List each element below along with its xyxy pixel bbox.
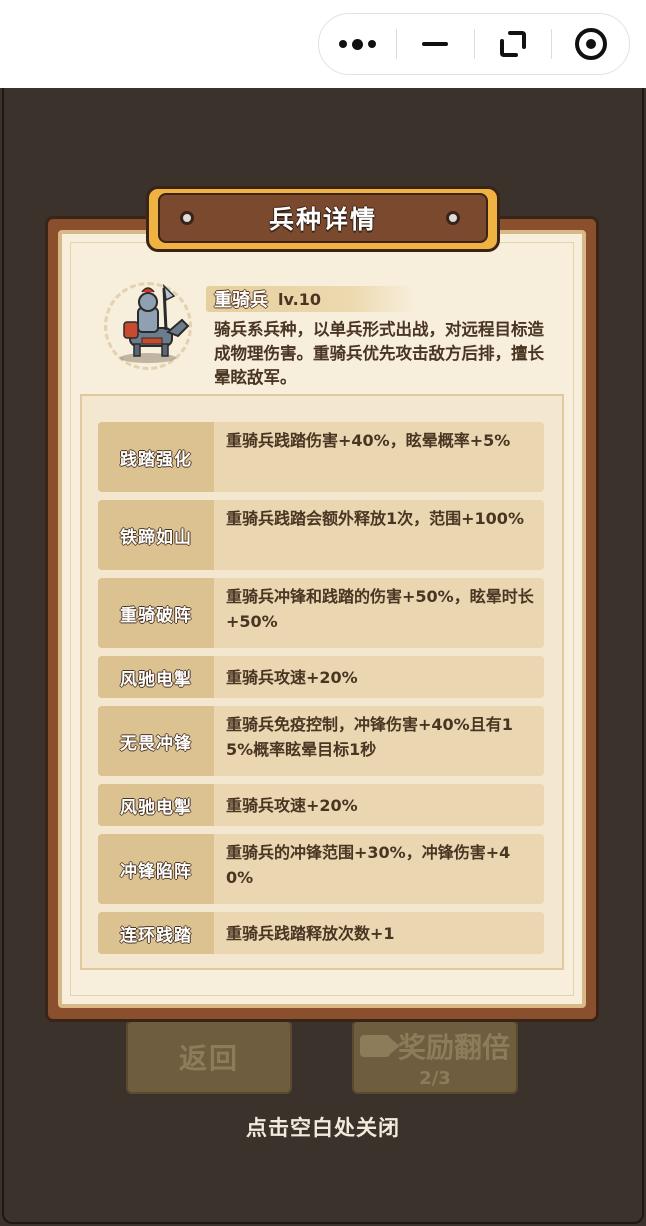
heavy-cavalry-icon <box>120 283 190 363</box>
skill-effect: 重骑兵攻速+20% <box>226 667 358 687</box>
skill-name: 冲锋陷阵 <box>98 834 214 904</box>
skill-name: 连环践踏 <box>98 912 214 954</box>
skill-effect: 重骑兵攻速+20% <box>226 795 358 815</box>
skill-name: 践踏强化 <box>98 422 214 492</box>
skill-row: 冲锋陷阵 重骑兵的冲锋范围+30%，冲锋伤害+40% <box>98 834 544 904</box>
minimize-button[interactable] <box>397 13 474 75</box>
minus-icon <box>422 42 449 46</box>
skill-row: 风驰电掣 重骑兵攻速+20% <box>98 784 544 826</box>
unit-name: 重骑兵 <box>214 290 268 311</box>
skill-name: 无畏冲锋 <box>98 706 214 776</box>
more-button[interactable] <box>319 13 396 75</box>
rivet-icon <box>446 211 460 225</box>
more-dots-icon <box>338 38 376 50</box>
title-banner-plate: 兵种详情 <box>158 193 488 243</box>
expand-button[interactable] <box>475 13 552 75</box>
unit-level: lv.10 <box>278 289 321 309</box>
unit-portrait <box>104 282 192 370</box>
mini-program-topbar <box>0 0 646 88</box>
skill-name: 风驰电掣 <box>98 784 214 826</box>
skill-effect: 重骑兵免疫控制，冲锋伤害+40%且有15%概率眩晕目标1秒 <box>226 715 513 759</box>
back-button[interactable]: 返回 <box>126 1020 292 1094</box>
skill-list[interactable]: 践踏强化 重骑兵践踏伤害+40%，眩晕概率+5% 铁蹄如山 重骑兵践踏会额外释放… <box>98 422 544 962</box>
skill-name: 铁蹄如山 <box>98 500 214 570</box>
video-camera-icon <box>359 1034 400 1057</box>
back-button-label: 返回 <box>178 1042 239 1075</box>
skill-effect: 重骑兵践踏伤害+40%，眩晕概率+5% <box>226 431 511 450</box>
skill-name: 重骑破阵 <box>98 578 214 648</box>
skill-row: 重骑破阵 重骑兵冲锋和践踏的伤害+50%，眩晕时长+50% <box>98 578 544 648</box>
skill-effect: 重骑兵冲锋和践踏的伤害+50%，眩晕时长+50% <box>226 587 534 631</box>
skill-row: 铁蹄如山 重骑兵践踏会额外释放1次，范围+100% <box>98 500 544 570</box>
skill-effect: 重骑兵践踏会额外释放1次，范围+100% <box>226 509 524 528</box>
skill-effect: 重骑兵践踏释放次数+1 <box>226 923 395 943</box>
rivet-icon <box>180 211 194 225</box>
capsule-menu <box>318 13 630 75</box>
close-hint[interactable]: 点击空白处关闭 <box>0 1112 646 1142</box>
skill-row: 践踏强化 重骑兵践踏伤害+40%，眩晕概率+5% <box>98 422 544 492</box>
target-close-icon <box>574 28 607 60</box>
skill-row: 连环践踏 重骑兵践踏释放次数+1 <box>98 912 544 954</box>
unit-name-bar: 重骑兵 lv.10 <box>206 286 414 312</box>
skill-name: 风驰电掣 <box>98 656 214 698</box>
double-reward-count: 2/3 <box>419 1067 451 1089</box>
skill-row: 风驰电掣 重骑兵攻速+20% <box>98 656 544 698</box>
double-reward-button[interactable]: 奖励翻倍 2/3 <box>352 1020 518 1094</box>
expand-icon <box>499 31 526 57</box>
close-miniprogram-button[interactable] <box>552 13 629 75</box>
skill-row: 无畏冲锋 重骑兵免疫控制，冲锋伤害+40%且有15%概率眩晕目标1秒 <box>98 706 544 776</box>
double-reward-label: 奖励翻倍 <box>397 1030 510 1064</box>
unit-description: 骑兵系兵种，以单兵形式出战，对远程目标造成物理伤害。重骑兵优先攻击敌方后排，擅长… <box>214 320 544 387</box>
skill-effect: 重骑兵的冲锋范围+30%，冲锋伤害+40% <box>226 843 511 887</box>
panel-title: 兵种详情 <box>268 205 377 234</box>
